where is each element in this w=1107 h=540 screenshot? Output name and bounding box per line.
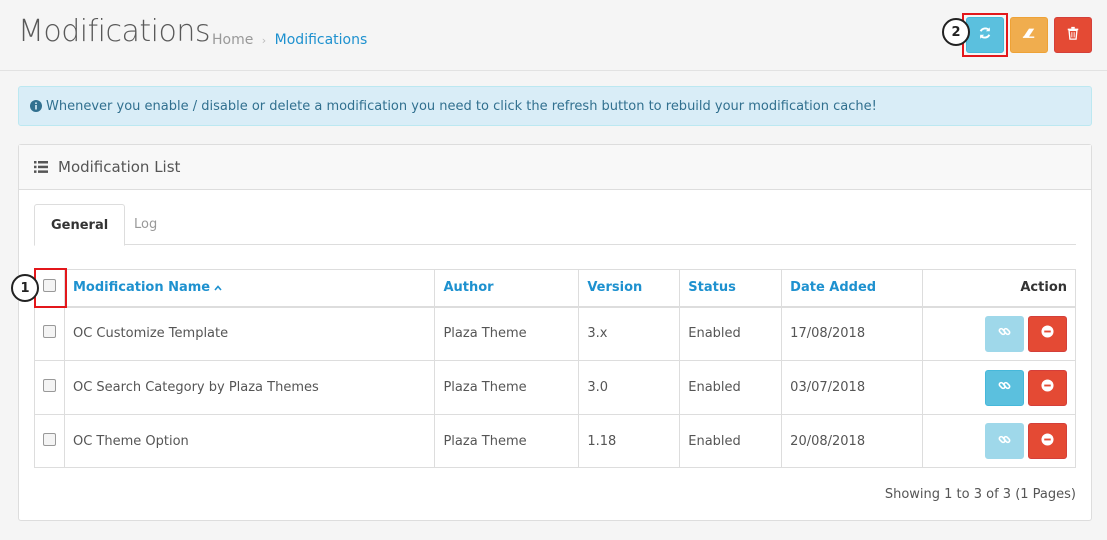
enable-link-button[interactable] xyxy=(985,315,1024,352)
table-header-row: Modification Name Author Version Status … xyxy=(34,269,1076,308)
clear-button[interactable] xyxy=(1010,17,1048,53)
column-name-label: Modification Name xyxy=(72,280,211,296)
minus-circle-icon xyxy=(1041,325,1054,342)
cell-version: 3.x xyxy=(578,306,681,361)
cell-date: 20/08/2018 xyxy=(781,414,924,468)
callout-badge-1: 1 xyxy=(11,274,39,302)
page-title: Modifications xyxy=(18,14,211,49)
pagination-info: Showing 1 to 3 of 3 (1 Pages) xyxy=(884,487,1076,502)
minus-circle-icon xyxy=(1041,379,1054,396)
breadcrumb: Home › Modifications xyxy=(212,32,367,48)
list-icon xyxy=(34,161,48,173)
cell-version: 3.0 xyxy=(578,360,681,415)
table-row: OC Search Category by Plaza Themes Plaza… xyxy=(34,360,1076,415)
cell-author: Plaza Theme xyxy=(434,360,580,415)
panel-title: Modification List xyxy=(58,158,181,176)
cell-action xyxy=(922,306,1076,361)
cell-name: OC Customize Template xyxy=(63,306,436,361)
tab-log[interactable]: Log xyxy=(118,204,173,245)
column-header-version[interactable]: Version xyxy=(578,269,681,308)
cell-action xyxy=(922,360,1076,415)
eraser-icon xyxy=(1022,26,1036,44)
modification-table: Modification Name Author Version Status … xyxy=(34,269,1076,468)
modification-list-panel: Modification List General Log Modificati… xyxy=(18,144,1092,521)
row-checkbox[interactable] xyxy=(43,432,56,446)
alert-text: Whenever you enable / disable or delete … xyxy=(46,98,877,114)
table-row: OC Customize Template Plaza Theme 3.x En… xyxy=(34,306,1076,361)
cell-author: Plaza Theme xyxy=(434,414,580,468)
callout-badge-2: 2 xyxy=(942,18,970,46)
sort-asc-icon xyxy=(214,280,222,291)
column-header-author[interactable]: Author xyxy=(434,269,580,308)
disable-button[interactable] xyxy=(1028,369,1067,406)
breadcrumb-current-link[interactable]: Modifications xyxy=(275,32,368,48)
row-checkbox-cell xyxy=(34,306,65,361)
cell-status: Enabled xyxy=(679,360,783,415)
column-header-date[interactable]: Date Added xyxy=(781,269,924,308)
breadcrumb-home-link[interactable]: Home xyxy=(212,32,253,48)
cell-name: OC Search Category by Plaza Themes xyxy=(63,360,436,415)
cell-name: OC Theme Option xyxy=(63,414,436,468)
link-icon xyxy=(998,325,1011,342)
cell-date: 17/08/2018 xyxy=(781,306,924,361)
cell-date: 03/07/2018 xyxy=(781,360,924,415)
cell-status: Enabled xyxy=(679,414,783,468)
info-alert: Whenever you enable / disable or delete … xyxy=(18,86,1092,126)
column-header-name[interactable]: Modification Name xyxy=(63,269,436,308)
panel-heading: Modification List xyxy=(19,145,1091,190)
row-checkbox-cell xyxy=(34,414,65,468)
row-checkbox[interactable] xyxy=(43,325,56,339)
column-header-status[interactable]: Status xyxy=(679,269,783,308)
tab-general[interactable]: General xyxy=(34,204,126,246)
breadcrumb-separator: › xyxy=(261,34,267,47)
cell-status: Enabled xyxy=(679,306,783,361)
row-checkbox[interactable] xyxy=(43,379,56,392)
link-icon xyxy=(998,433,1011,450)
disable-button[interactable] xyxy=(1028,315,1067,352)
delete-button[interactable] xyxy=(1054,17,1092,53)
cell-action xyxy=(922,414,1076,468)
minus-circle-icon xyxy=(1041,432,1054,450)
disable-button[interactable] xyxy=(1028,423,1067,459)
link-icon xyxy=(998,379,1011,396)
enable-link-button[interactable] xyxy=(985,423,1024,459)
column-header-action: Action xyxy=(922,269,1076,308)
row-checkbox-cell xyxy=(34,360,65,415)
table-row: OC Theme Option Plaza Theme 1.18 Enabled… xyxy=(34,414,1076,468)
cell-author: Plaza Theme xyxy=(434,306,580,361)
cell-version: 1.18 xyxy=(578,414,681,468)
enable-link-button[interactable] xyxy=(985,369,1024,406)
page-header: Modifications Home › Modifications xyxy=(0,0,1107,71)
trash-icon xyxy=(1066,26,1080,44)
info-circle-icon xyxy=(30,100,42,112)
tab-bar: General Log xyxy=(34,204,1076,246)
